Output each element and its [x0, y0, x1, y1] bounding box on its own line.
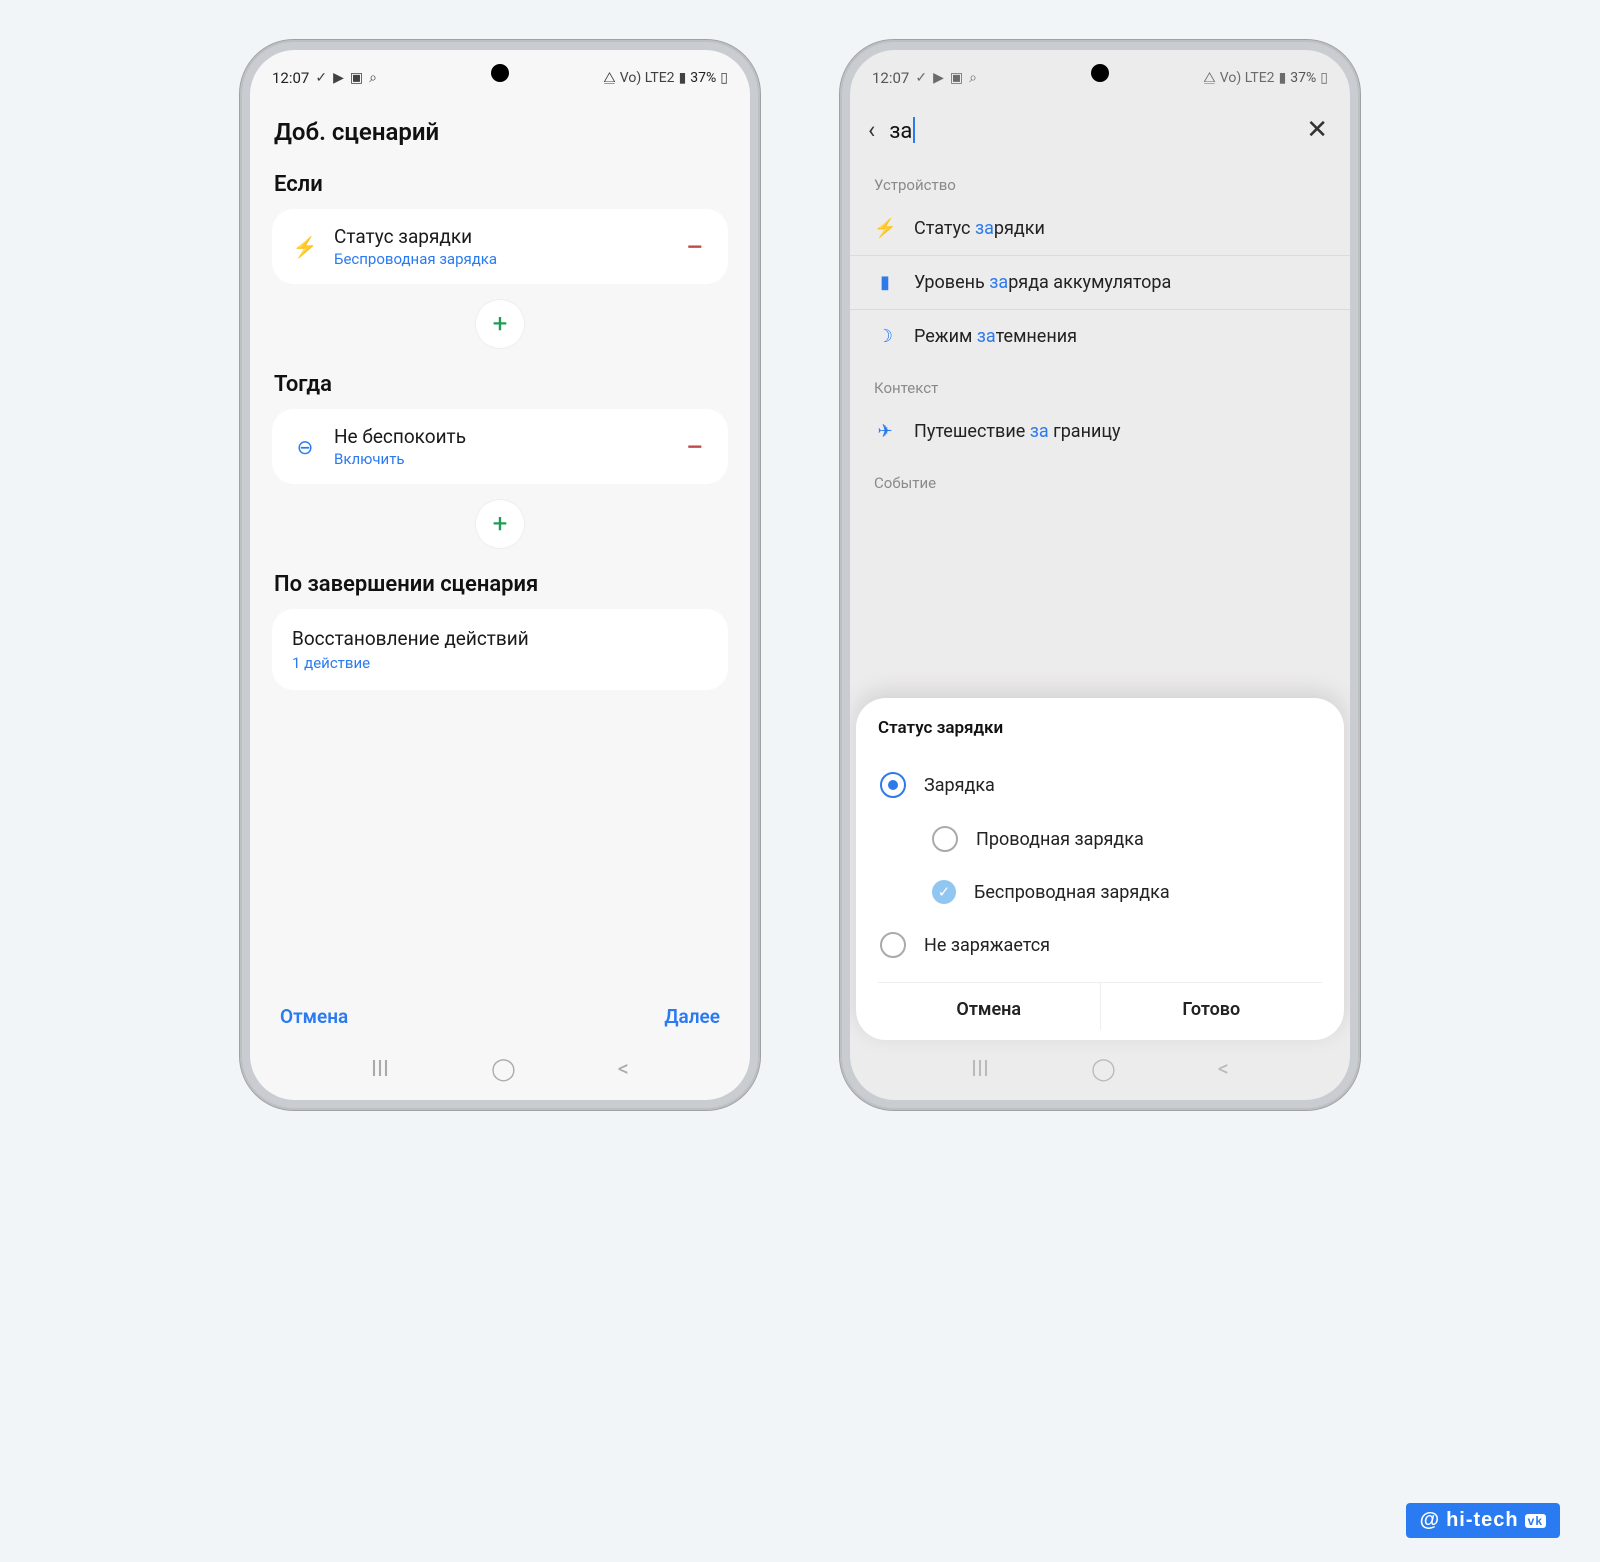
battery-percent: 37% — [1290, 70, 1316, 86]
option-not-charging[interactable]: Не заряжается — [878, 918, 1322, 972]
clear-search-button[interactable]: ✕ — [1306, 115, 1332, 145]
battery-percent: 37% — [690, 70, 716, 86]
nav-back-icon[interactable]: < — [618, 1057, 629, 1082]
battery-icon: ▮ — [874, 272, 896, 293]
camera-notch — [491, 64, 509, 82]
youtube-icon: ▶ — [933, 70, 944, 86]
image-icon: ▣ — [350, 70, 363, 86]
option-charging[interactable]: Зарядка — [878, 758, 1322, 812]
youtube-icon: ▶ — [333, 70, 344, 86]
add-if-button[interactable]: + — [476, 300, 524, 348]
phone-left-frame: 12:07 ✓ ▶ ▣ ⌕ ⧋ Vo) LTE2 ▮ 37% ▯ Доб. сц… — [240, 40, 760, 1110]
cancel-button[interactable]: Отмена — [280, 1005, 348, 1028]
charging-status-sheet: Статус зарядки Зарядка Проводная зарядка… — [856, 698, 1344, 1040]
lte-label: Vo) LTE2 — [1220, 70, 1275, 86]
section-then-label: Тогда — [274, 372, 726, 397]
result-dark-mode[interactable]: ☽ Режим затемнения — [850, 309, 1350, 363]
nav-recents-icon[interactable]: III — [971, 1057, 989, 1082]
if-card-title: Статус зарядки — [334, 225, 666, 248]
nav-home-icon[interactable]: ◯ — [1091, 1057, 1116, 1082]
dnd-icon: ⊖ — [292, 435, 318, 459]
option-wired-charging[interactable]: Проводная зарядка — [878, 812, 1322, 866]
after-card[interactable]: Восстановление действий 1 действие — [272, 609, 728, 690]
page-title: Доб. сценарий — [274, 118, 726, 146]
bolt-icon: ⚡ — [874, 218, 896, 239]
then-card-title: Не беспокоить — [334, 425, 666, 448]
result-travel-abroad[interactable]: ✈ Путешествие за границу — [850, 405, 1350, 458]
watermark-badge: @ hi-tech vk — [1406, 1503, 1560, 1538]
section-after-label: По завершении сценария — [274, 572, 726, 597]
search-input[interactable]: за — [889, 117, 1292, 144]
checkmark-icon: ✓ — [315, 70, 327, 86]
phone-left-screen: 12:07 ✓ ▶ ▣ ⌕ ⧋ Vo) LTE2 ▮ 37% ▯ Доб. сц… — [250, 50, 750, 1100]
group-event-label: Событие — [850, 458, 1350, 500]
text-caret — [913, 117, 915, 143]
search-icon: ⌕ — [369, 70, 377, 86]
moon-icon: ☽ — [874, 326, 896, 347]
group-device-label: Устройство — [850, 160, 1350, 202]
battery-icon: ▯ — [1320, 70, 1328, 86]
section-if-label: Если — [274, 172, 726, 197]
group-context-label: Контекст — [850, 363, 1350, 405]
airplane-icon: ✈ — [874, 421, 896, 442]
back-button[interactable]: ‹ — [868, 116, 875, 144]
status-time: 12:07 — [272, 69, 309, 87]
battery-icon: ▯ — [720, 70, 728, 86]
signal-icon: ▮ — [1279, 70, 1287, 86]
signal-icon: ▮ — [679, 70, 687, 86]
next-button[interactable]: Далее — [664, 1005, 720, 1028]
after-card-title: Восстановление действий — [292, 627, 708, 650]
nav-recents-icon[interactable]: III — [371, 1057, 389, 1082]
then-card-subtitle: Включить — [334, 450, 666, 468]
lte-label: Vo) LTE2 — [620, 70, 675, 86]
if-condition-card[interactable]: ⚡ Статус зарядки Беспроводная зарядка − — [272, 209, 728, 284]
if-card-subtitle: Беспроводная зарядка — [334, 250, 666, 268]
check-selected-icon: ✓ — [932, 880, 956, 904]
status-time: 12:07 — [872, 69, 909, 87]
image-icon: ▣ — [950, 70, 963, 86]
bolt-icon: ⚡ — [292, 235, 318, 259]
search-icon: ⌕ — [969, 70, 977, 86]
nav-back-icon[interactable]: < — [1218, 1057, 1229, 1082]
android-nav-bar: III ◯ < — [250, 1057, 750, 1082]
radio-selected-icon — [880, 772, 906, 798]
at-icon: @ — [1420, 1509, 1441, 1532]
add-then-button[interactable]: + — [476, 500, 524, 548]
android-nav-bar: III ◯ < — [850, 1057, 1350, 1082]
radio-empty-icon — [880, 932, 906, 958]
sheet-cancel-button[interactable]: Отмена — [878, 983, 1100, 1030]
wifi-icon: ⧋ — [603, 70, 616, 86]
after-card-subtitle: 1 действие — [292, 654, 708, 672]
remove-if-button[interactable]: − — [682, 231, 708, 263]
search-query-text: за — [889, 119, 912, 144]
radio-empty-icon — [932, 826, 958, 852]
phone-right-screen: 12:07 ✓ ▶ ▣ ⌕ ⧋ Vo) LTE2 ▮ 37% ▯ ‹ за — [850, 50, 1350, 1100]
result-battery-level[interactable]: ▮ Уровень заряда аккумулятора — [850, 255, 1350, 309]
vk-icon: vk — [1525, 1514, 1546, 1528]
camera-notch — [1091, 64, 1109, 82]
remove-then-button[interactable]: − — [682, 431, 708, 463]
sheet-done-button[interactable]: Готово — [1100, 983, 1323, 1030]
then-action-card[interactable]: ⊖ Не беспокоить Включить − — [272, 409, 728, 484]
phone-right-frame: 12:07 ✓ ▶ ▣ ⌕ ⧋ Vo) LTE2 ▮ 37% ▯ ‹ за — [840, 40, 1360, 1110]
sheet-title: Статус зарядки — [878, 718, 1322, 738]
checkmark-icon: ✓ — [915, 70, 927, 86]
wifi-icon: ⧋ — [1203, 70, 1216, 86]
nav-home-icon[interactable]: ◯ — [491, 1057, 516, 1082]
option-wireless-charging[interactable]: ✓ Беспроводная зарядка — [878, 866, 1322, 918]
result-charging-status[interactable]: ⚡ Статус зарядки — [850, 202, 1350, 255]
